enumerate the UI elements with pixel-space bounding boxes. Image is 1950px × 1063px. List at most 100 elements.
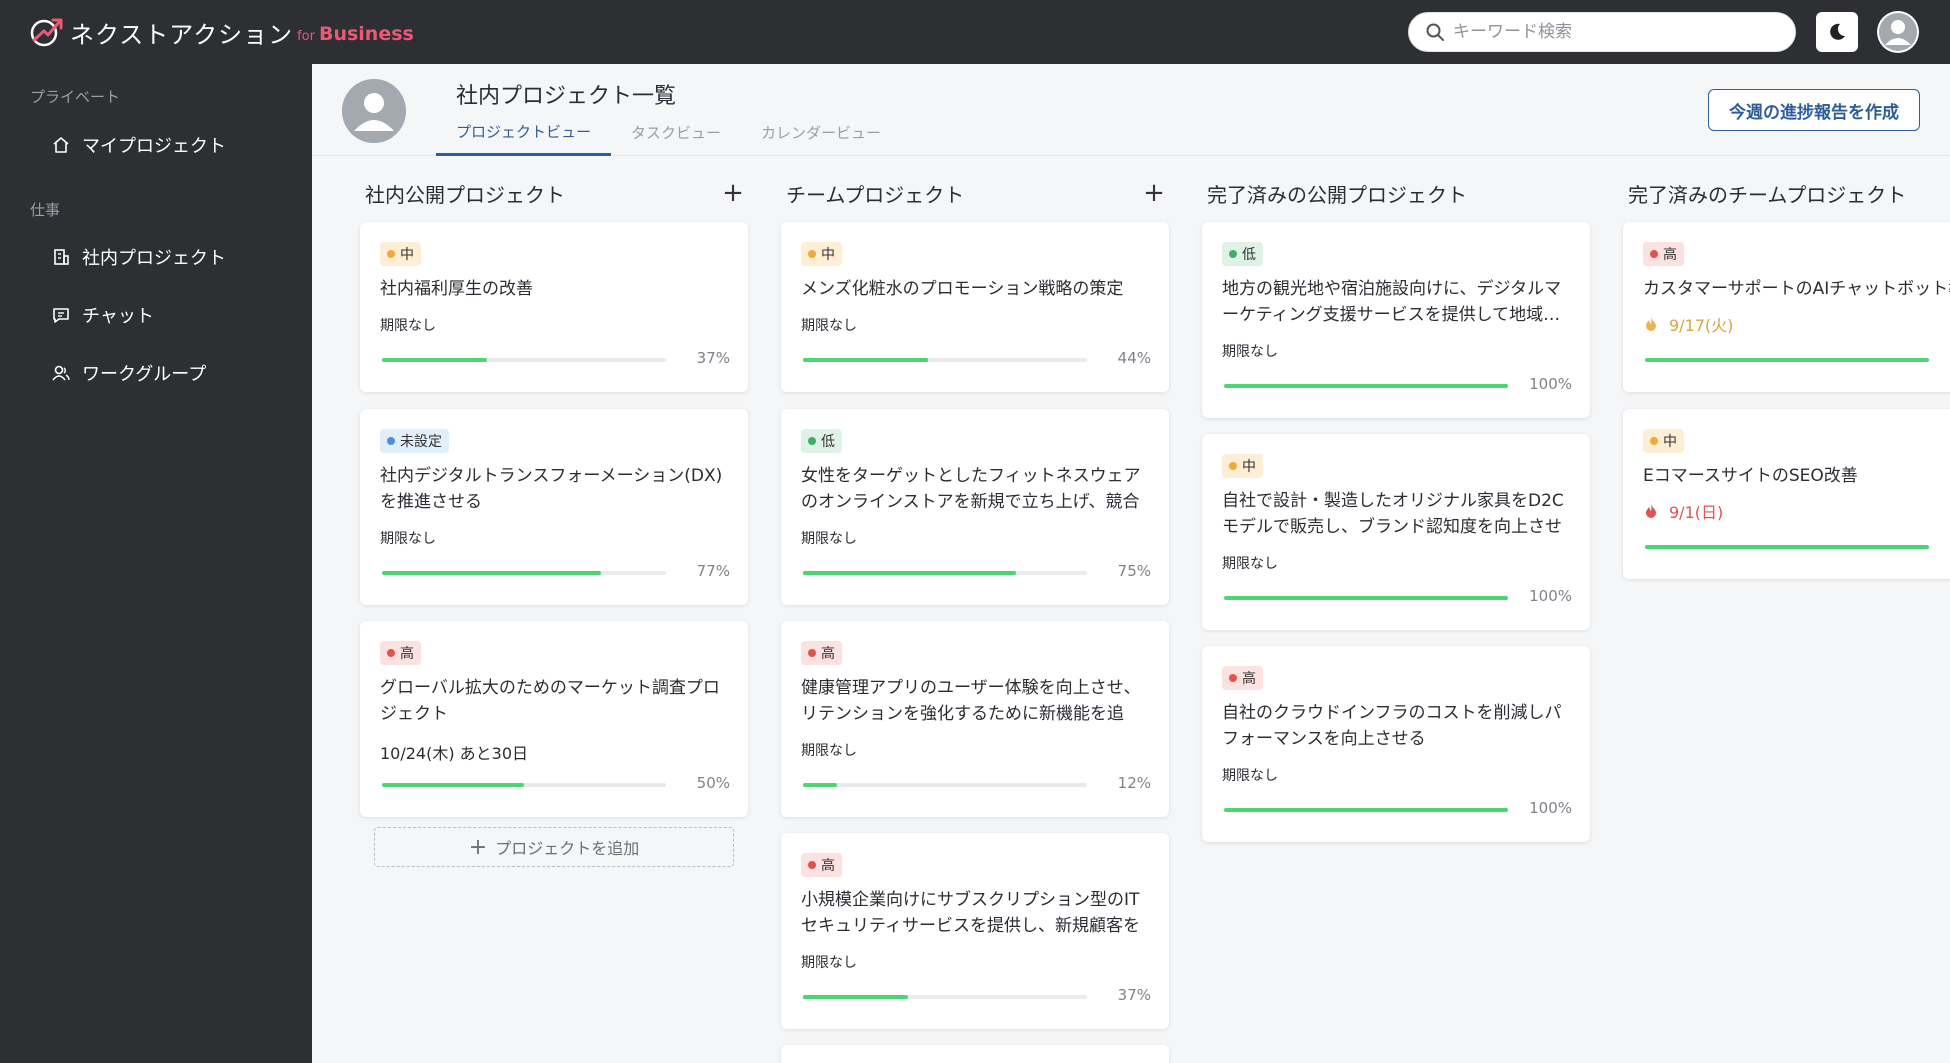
user-avatar[interactable]: [1877, 11, 1919, 53]
moon-icon: [1830, 23, 1845, 40]
home-icon: [53, 137, 69, 153]
fire-icon: [1646, 317, 1656, 331]
project-card[interactable]: 中 社内福利厚生の改善 期限なし 37%: [360, 222, 748, 392]
progress-fill: [803, 571, 1016, 575]
sidebar-item-label: 社内プロジェクト: [82, 248, 226, 269]
column-title: 完了済みのチームプロジェクト: [1628, 182, 1907, 207]
priority-badge: 低: [1222, 242, 1263, 266]
create-weekly-report-button[interactable]: 今週の進捗報告を作成: [1708, 89, 1920, 131]
project-card[interactable]: 高 自社のクラウドインフラのコストを削減しパフォーマンスを向上させる 期限なし …: [1202, 646, 1590, 842]
project-card[interactable]: 中 自社で設計・製造したオリジナル家具をD2Cモデルで販売し、ブランド認知度を向…: [1202, 434, 1590, 630]
card-due: 9/1(日): [1643, 499, 1723, 523]
card-due: 期限なし: [801, 531, 857, 547]
card-title: 自社のクラウドインフラのコストを削減しパフォーマンスを向上させる: [1222, 703, 1562, 749]
progress-bar: [382, 358, 666, 362]
progress-bar: [1224, 808, 1508, 812]
project-owner-avatar: [342, 79, 406, 143]
progress-percent: 75%: [1117, 562, 1151, 580]
progress-percent: 100%: [1529, 799, 1572, 817]
card-due: 期限なし: [1222, 768, 1278, 784]
chat-icon: [53, 308, 69, 323]
progress-percent: 12%: [1117, 774, 1151, 792]
app-logo[interactable]: ネクストアクション for Business: [28, 12, 414, 52]
card-due: 期限なし: [1222, 344, 1278, 360]
card-title: 地方の観光地や宿泊施設向けに、デジタルマーケティング支援サービスを提供して地域…: [1222, 279, 1562, 325]
search-box[interactable]: [1408, 12, 1796, 52]
project-card[interactable]: 中 メンズ化粧水のプロモーション戦略の策定 期限なし 44%: [781, 222, 1169, 392]
card-due: 期限なし: [380, 318, 436, 334]
project-card[interactable]: 低 地方の観光地や宿泊施設向けに、デジタルマーケティング支援サービスを提供して地…: [1202, 222, 1590, 418]
progress-bar: [1224, 596, 1508, 600]
priority-badge: 高: [380, 641, 421, 665]
priority-label: 低: [1242, 247, 1256, 263]
plus-icon: +: [468, 834, 488, 860]
column-header: 社内公開プロジェクト +: [365, 177, 745, 209]
card-title: グローバル拡大のためのマーケット調査プロジェクト: [380, 678, 720, 724]
sidebar-item-internal-projects[interactable]: 社内プロジェクト: [52, 244, 226, 270]
priority-label: 高: [1242, 671, 1256, 687]
progress-percent: 1: [1935, 536, 1950, 554]
priority-badge: 高: [1643, 242, 1684, 266]
card-due: 期限なし: [801, 743, 857, 759]
search-input[interactable]: [1453, 22, 1773, 42]
project-card-partial[interactable]: [781, 1045, 1169, 1063]
project-card[interactable]: 低 女性をターゲットとしたフィットネスウェアのオンラインストアを新規で立ち上げ、…: [781, 409, 1169, 605]
card-title: 自社で設計・製造したオリジナル家具をD2Cモデルで販売し、ブランド認知度を向上さ…: [1222, 491, 1564, 537]
priority-badge: 低: [801, 429, 842, 453]
sidebar-item-label: ワークグループ: [82, 364, 207, 385]
progress-percent: 1: [1935, 349, 1950, 367]
project-card[interactable]: 高 カスタマーサポートのAIチャットボット導入 9/17(火) 1: [1623, 222, 1950, 392]
add-project-button[interactable]: + プロジェクトを追加: [374, 827, 734, 867]
sidebar-item-my-projects[interactable]: マイプロジェクト: [52, 132, 226, 158]
sidebar: プライベート マイプロジェクト 仕事 社内プロジェクト チャット ワークグループ: [0, 64, 312, 1063]
project-card[interactable]: 高 小規模企業向けにサブスクリプション型のITセキュリティサービスを提供し、新規…: [781, 833, 1169, 1029]
card-title: メンズ化粧水のプロモーション戦略の策定: [801, 279, 1124, 299]
card-title: 健康管理アプリのユーザー体験を向上させ、リテンションを強化するために新機能を追加…: [801, 678, 1141, 724]
dark-mode-toggle[interactable]: [1816, 12, 1858, 52]
tab-project-view[interactable]: プロジェクトビュー: [436, 110, 612, 156]
priority-label: 中: [1242, 459, 1256, 475]
sidebar-item-label: チャット: [82, 306, 154, 327]
priority-label: 高: [400, 646, 414, 662]
card-title: 社内デジタルトランスフォーメーション(DX)を推進させる: [380, 466, 723, 512]
card-due-text: 9/1(日): [1669, 503, 1724, 522]
project-card[interactable]: 中 EコマースサイトのSEO改善 9/1(日) 1: [1623, 409, 1950, 579]
priority-badge: 高: [1222, 666, 1263, 690]
project-card[interactable]: 高 健康管理アプリのユーザー体験を向上させ、リテンションを強化するために新機能を…: [781, 621, 1169, 817]
tab-calendar-view[interactable]: カレンダービュー: [741, 110, 901, 154]
progress-bar: [1645, 545, 1929, 549]
sidebar-item-workgroup[interactable]: ワークグループ: [52, 360, 206, 386]
logo-mark-icon: [30, 18, 63, 47]
progress-percent: 50%: [696, 774, 730, 792]
priority-label: 高: [821, 858, 835, 874]
progress-bar: [382, 571, 666, 575]
building-icon: [54, 249, 69, 265]
progress-percent: 77%: [696, 562, 730, 580]
logo-for-text: for: [297, 28, 315, 44]
column-header: 完了済みの公開プロジェクト: [1207, 177, 1587, 209]
priority-label: 中: [1663, 434, 1677, 450]
view-tabs: プロジェクトビュー タスクビュー カレンダービュー: [436, 110, 901, 156]
card-due-text: 9/17(火): [1669, 316, 1734, 335]
add-project-plus-icon[interactable]: +: [1142, 180, 1166, 206]
project-card[interactable]: 未設定 社内デジタルトランスフォーメーション(DX)を推進させる 期限なし 77…: [360, 409, 748, 605]
sidebar-item-label: マイプロジェクト: [82, 136, 226, 157]
project-board: 社内公開プロジェクト + 中 社内福利厚生の改善 期限なし 37% 未設定 社内…: [312, 157, 1950, 1063]
tab-task-view[interactable]: タスクビュー: [611, 110, 741, 154]
column-title: チームプロジェクト: [786, 182, 965, 207]
page-title: 社内プロジェクト一覧: [456, 84, 677, 109]
progress-fill: [1224, 596, 1508, 600]
card-due: 10/24(木) あと30日: [380, 744, 529, 763]
project-card[interactable]: 高 グローバル拡大のためのマーケット調査プロジェクト 10/24(木) あと30…: [360, 621, 748, 817]
priority-label: 高: [1663, 247, 1677, 263]
top-bar: ネクストアクション for Business: [0, 0, 1950, 64]
sidebar-item-chat[interactable]: チャット: [52, 302, 154, 328]
user-icon: [1879, 13, 1917, 51]
progress-fill: [382, 358, 488, 362]
progress-fill: [803, 995, 909, 999]
logo-text: ネクストアクション: [70, 20, 294, 49]
progress-fill: [803, 358, 928, 362]
priority-badge: 中: [1643, 429, 1684, 453]
fire-icon: [1646, 504, 1656, 518]
add-project-plus-icon[interactable]: +: [721, 180, 745, 206]
